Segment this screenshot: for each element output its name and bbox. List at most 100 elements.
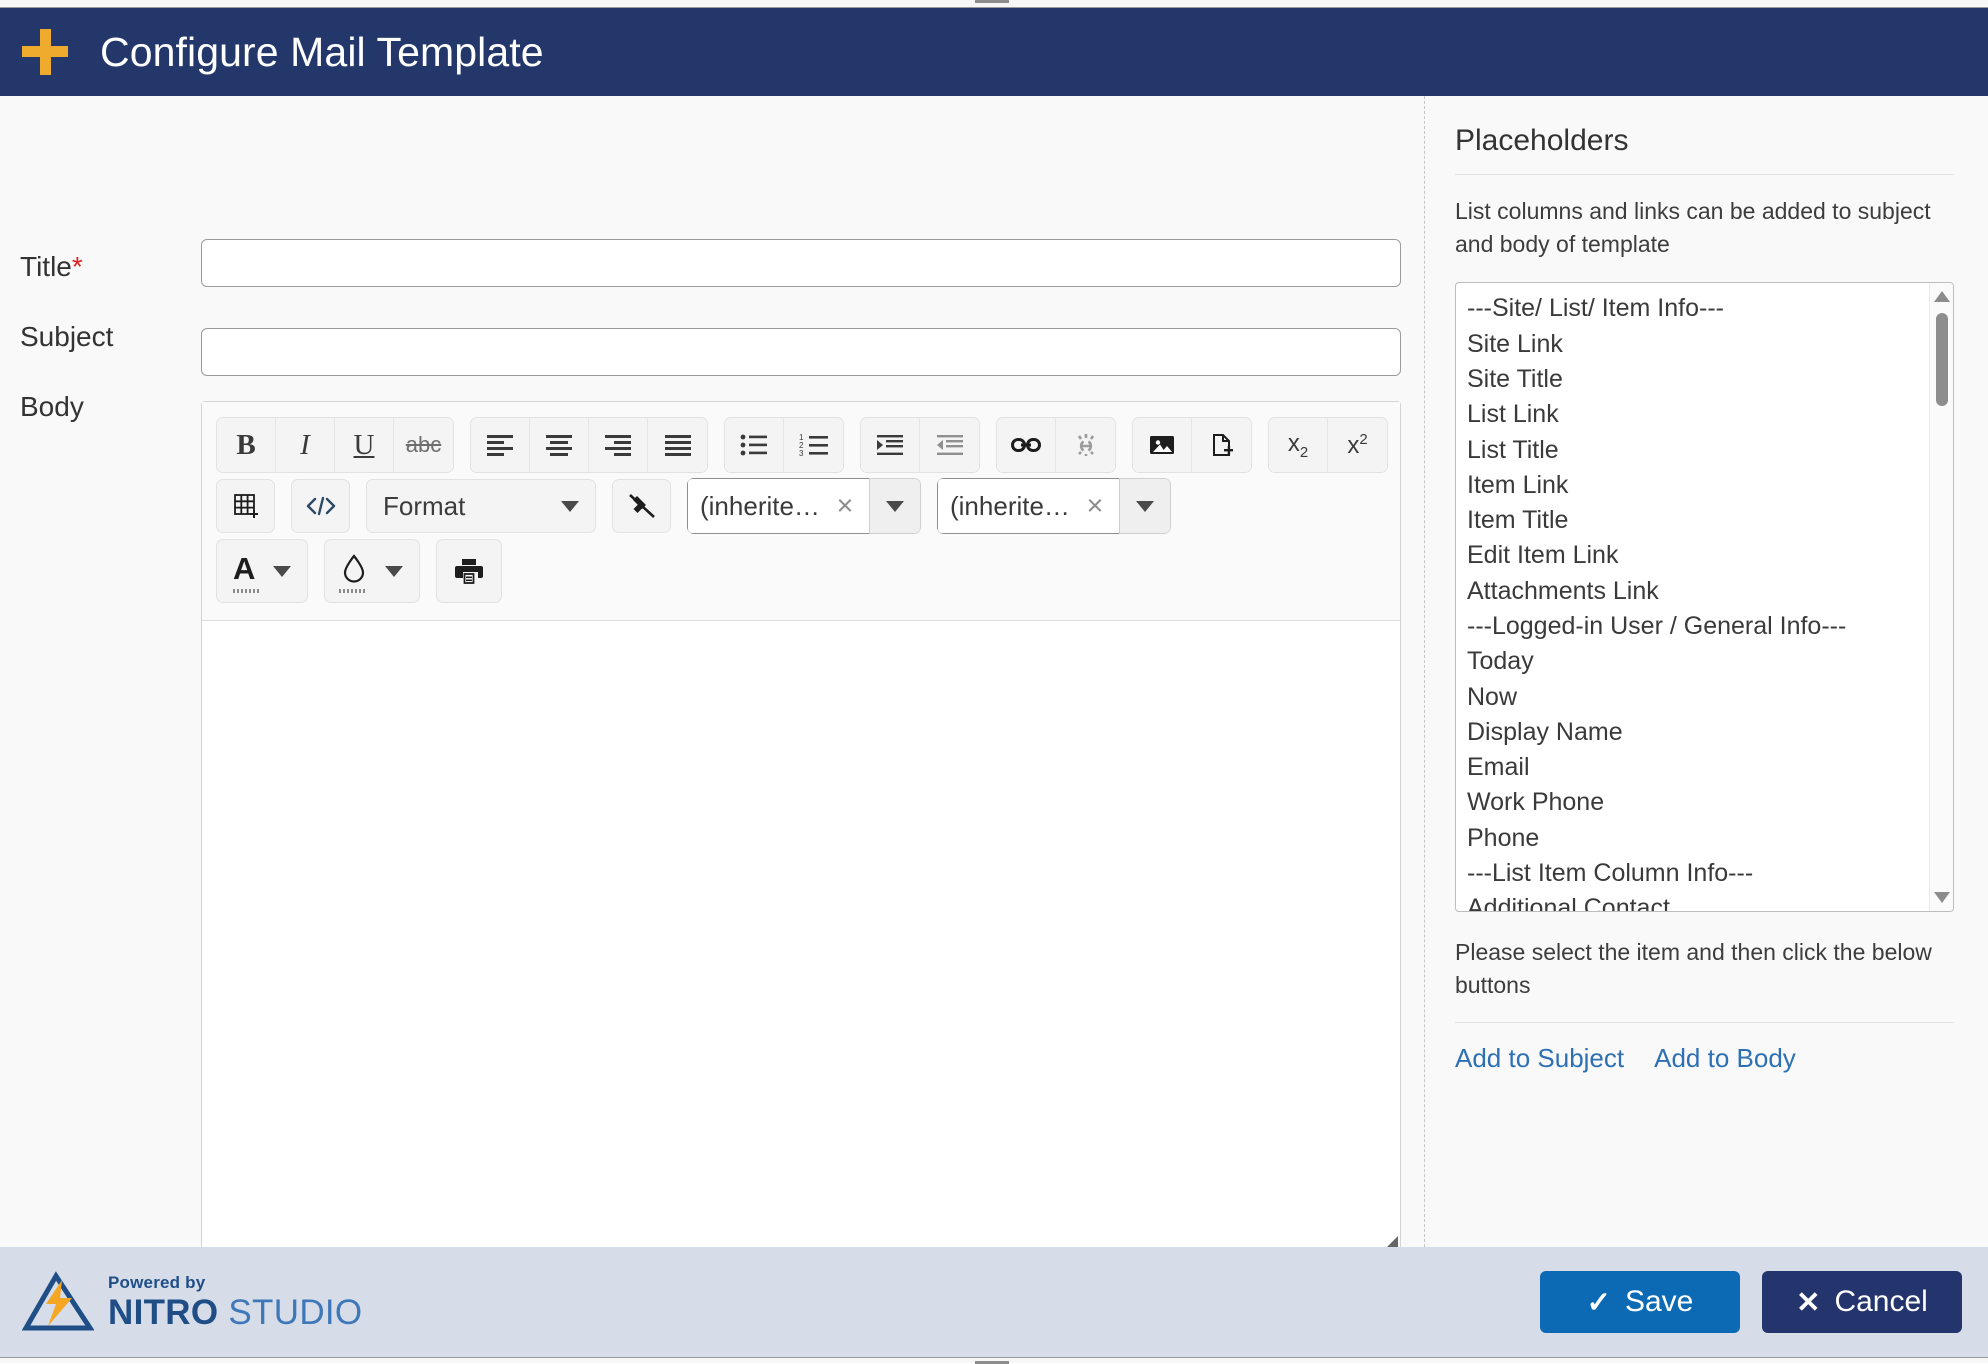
placeholder-list-item[interactable]: ---Logged-in User / General Info--- xyxy=(1464,609,1953,644)
save-button-label: Save xyxy=(1624,1285,1694,1318)
scroll-up-arrow-icon[interactable] xyxy=(1934,291,1950,303)
remove-format-button[interactable] xyxy=(612,479,671,533)
body-editor-canvas[interactable] xyxy=(202,621,1400,1255)
highlight-underline-icon xyxy=(339,589,368,593)
font-size-dropdown-button[interactable] xyxy=(1119,478,1171,534)
superscript-button[interactable]: x2 xyxy=(1328,418,1387,472)
toolbar-row-2: Format (inherite… × (inherite… × xyxy=(216,478,1392,534)
placeholders-listbox[interactable]: ---Site/ List/ Item Info--- Site Link Site… xyxy=(1455,282,1954,913)
placeholders-scrollbar[interactable] xyxy=(1929,283,1953,912)
placeholder-list-item[interactable]: Item Link xyxy=(1464,468,1953,503)
toolbar-row-3: A xyxy=(216,539,1392,603)
placeholder-list-item[interactable]: Item Title xyxy=(1464,503,1953,538)
link-group xyxy=(996,417,1116,473)
numbered-list-button[interactable]: 123 xyxy=(784,418,843,472)
insert-image-button[interactable] xyxy=(1133,418,1192,472)
format-dropdown-label: Format xyxy=(383,490,466,521)
strikethrough-icon: abc xyxy=(405,432,442,457)
placeholder-list-item[interactable]: Additional Contact xyxy=(1464,891,1953,911)
align-justify-button[interactable] xyxy=(648,418,707,472)
align-right-icon xyxy=(605,435,631,456)
chevron-down-icon xyxy=(385,565,404,577)
rich-text-editor: B I U abc 1 2 3 x2 x2 Format (inherite… … xyxy=(201,401,1401,1256)
remove-format-icon xyxy=(628,494,655,518)
highlight-color-button[interactable] xyxy=(324,539,421,603)
placeholder-list-item[interactable]: List Link xyxy=(1464,397,1953,432)
nitro-studio-name: NITRO STUDIO xyxy=(108,1295,362,1330)
editor-toolbar: B I U abc 1 2 3 x2 x2 Format (inherite… … xyxy=(202,402,1400,621)
title-input[interactable] xyxy=(201,239,1401,287)
placeholders-title: Placeholders xyxy=(1455,124,1629,157)
format-dropdown[interactable]: Format xyxy=(366,479,596,533)
align-right-button[interactable] xyxy=(589,418,648,472)
increase-indent-button[interactable] xyxy=(861,418,920,472)
chevron-down-icon xyxy=(886,500,904,512)
form-area: Title* Subject Body B I U abc 1 2 3 x2 x… xyxy=(0,96,1424,1256)
chevron-down-icon xyxy=(1136,500,1154,512)
cancel-button[interactable]: ✕ Cancel xyxy=(1762,1271,1962,1333)
add-to-body-link[interactable]: Add to Body xyxy=(1654,1043,1796,1074)
chevron-down-icon xyxy=(273,565,292,577)
decrease-indent-button[interactable] xyxy=(920,418,979,472)
placeholder-list-item[interactable]: ---Site/ List/ Item Info--- xyxy=(1464,291,1953,326)
subject-input[interactable] xyxy=(201,328,1401,376)
dialog-header: Configure Mail Template xyxy=(0,8,1988,96)
superscript-icon: x2 xyxy=(1347,430,1368,459)
placeholder-list-item[interactable]: List Title xyxy=(1464,433,1953,468)
scroll-down-arrow-icon[interactable] xyxy=(1934,892,1950,904)
highlight-color-icon xyxy=(344,554,365,583)
placeholder-list-item[interactable]: Edit Item Link xyxy=(1464,538,1953,573)
source-code-button[interactable] xyxy=(291,479,350,533)
placeholder-list-item[interactable]: Phone xyxy=(1464,821,1953,856)
font-name-clear-button[interactable]: × xyxy=(821,478,869,534)
scrollbar-thumb[interactable] xyxy=(1936,313,1948,407)
window-top-tick xyxy=(975,0,1009,3)
insert-link-button[interactable] xyxy=(997,418,1056,472)
placeholder-list-item[interactable]: Display Name xyxy=(1464,715,1953,750)
bold-button[interactable]: B xyxy=(217,418,276,472)
font-color-button[interactable]: A xyxy=(216,539,309,603)
page-title: Configure Mail Template xyxy=(100,28,544,75)
placeholder-list-item[interactable]: Today xyxy=(1464,644,1953,679)
plus-icon xyxy=(22,29,68,75)
insert-document-button[interactable] xyxy=(1192,418,1251,472)
text-style-group: B I U abc xyxy=(216,417,454,473)
body-label: Body xyxy=(20,391,84,422)
italic-button[interactable]: I xyxy=(276,418,335,472)
placeholders-list[interactable]: ---Site/ List/ Item Info--- Site Link Site… xyxy=(1456,283,1953,911)
placeholder-list-item[interactable]: Email xyxy=(1464,750,1953,785)
unlink-icon xyxy=(1077,434,1094,456)
save-button[interactable]: ✓ Save xyxy=(1540,1271,1740,1333)
placeholder-list-item[interactable]: Site Link xyxy=(1464,327,1953,362)
subscript-button[interactable]: x2 xyxy=(1269,418,1328,472)
footer-buttons: ✓ Save ✕ Cancel xyxy=(1540,1271,1962,1333)
font-name-dropdown-button[interactable] xyxy=(869,478,921,534)
placeholders-hint: Please select the item and then click th… xyxy=(1455,939,1932,998)
font-name-value[interactable]: (inherite… xyxy=(687,478,821,534)
bulleted-list-button[interactable] xyxy=(725,418,784,472)
placeholders-actions: Add to Subject Add to Body xyxy=(1455,1043,1954,1074)
font-name-combo[interactable]: (inherite… × xyxy=(687,478,921,534)
print-button[interactable] xyxy=(436,539,503,603)
placeholder-list-item[interactable]: Work Phone xyxy=(1464,785,1953,820)
add-to-subject-link[interactable]: Add to Subject xyxy=(1455,1043,1624,1074)
font-size-value[interactable]: (inherite… xyxy=(937,478,1071,534)
font-color-label: A xyxy=(233,550,256,586)
insert-image-icon xyxy=(1150,436,1174,454)
source-code-icon xyxy=(306,496,335,516)
font-size-clear-button[interactable]: × xyxy=(1071,478,1119,534)
align-center-button[interactable] xyxy=(530,418,589,472)
underline-button[interactable]: U xyxy=(335,418,394,472)
strikethrough-button[interactable]: abc xyxy=(394,418,453,472)
placeholder-list-item[interactable]: Now xyxy=(1464,680,1953,715)
placeholder-list-item[interactable]: Site Title xyxy=(1464,362,1953,397)
insert-table-button[interactable] xyxy=(216,479,275,533)
placeholders-description: List columns and links can be added to s… xyxy=(1455,198,1931,257)
unlink-button[interactable] xyxy=(1056,418,1115,472)
placeholder-list-item[interactable]: ---List Item Column Info--- xyxy=(1464,856,1953,891)
font-size-combo[interactable]: (inherite… × xyxy=(937,478,1171,534)
check-icon: ✓ xyxy=(1586,1286,1611,1319)
divider xyxy=(1455,174,1954,175)
align-left-button[interactable] xyxy=(471,418,530,472)
placeholder-list-item[interactable]: Attachments Link xyxy=(1464,574,1953,609)
